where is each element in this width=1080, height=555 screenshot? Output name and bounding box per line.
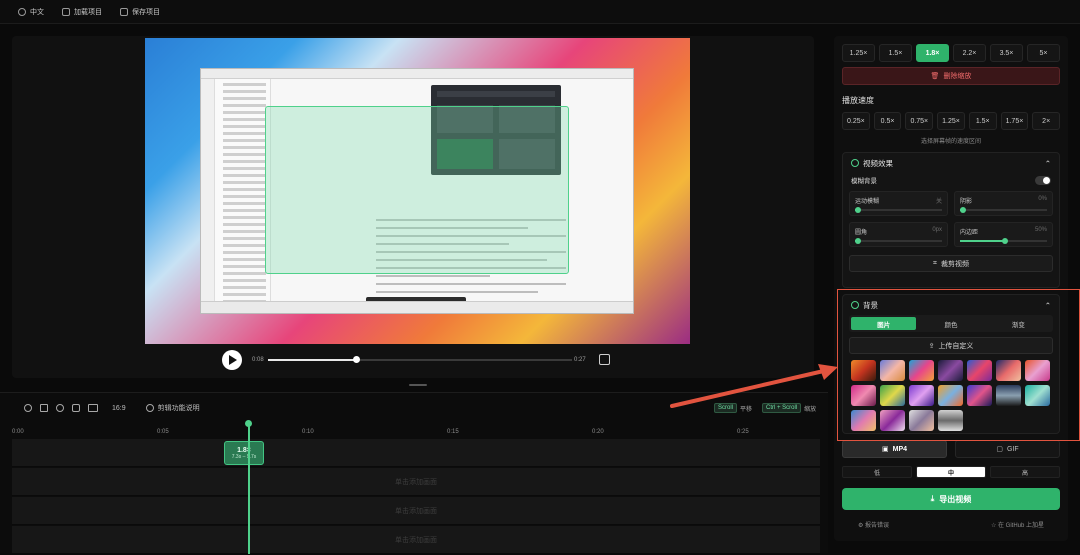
load-project-button[interactable]: 加载项目 [62,7,102,17]
quality-option[interactable]: 低 [842,466,912,478]
timeline-toolbar: 16:9 剪辑功能说明 [24,403,200,413]
rectangle-icon[interactable] [88,404,98,412]
speed-option[interactable]: 1.75× [1000,112,1029,130]
crop-icon: ⌗ [933,259,937,267]
timeline: 16:9 剪辑功能说明 Scroll 平移 Ctrl + Scroll 缩放 0:0… [0,392,828,555]
save-icon [120,7,128,16]
annotation-arrow [670,364,838,408]
crop-button[interactable]: ⌗ 裁剪视频 [849,255,1053,272]
track-list: 1.8× 7.3s – 9.7s 单击添加画面 单击添加画面 单击添加画面 [12,439,820,555]
globe-icon [18,7,26,16]
zoom-track[interactable]: 1.8× 7.3s – 9.7s [12,439,820,467]
help-label: 剪辑功能说明 [157,405,200,412]
time-ruler: 0:00 0:05 0:10 0:15 0:20 0:25 [12,429,749,435]
language-label: 中文 [30,8,44,16]
help-icon [145,404,154,412]
resize-handle[interactable] [409,384,427,386]
track-row[interactable]: 单击添加画面 [12,526,820,554]
zoom-level-option[interactable]: 1.25× [842,44,875,62]
speed-group: 0.25× 0.5× 0.75× 1.25× 1.5× 1.75× 2× [842,112,1061,130]
zoom-level-option-selected[interactable]: 1.8× [916,44,949,62]
motion-blur-slider[interactable]: 运动模糊关 [849,191,948,216]
quality-option[interactable]: 高 [990,466,1060,478]
speed-option[interactable]: 0.75× [905,112,934,130]
film-icon: ▣ [881,446,889,453]
zoom-level-option[interactable]: 3.5× [990,44,1023,62]
play-button[interactable] [222,350,242,370]
zoom-level-group: 1.25× 1.5× 1.8× 2.2× 3.5× 5× [842,44,1060,62]
panel-footer: ⚙ 报告错误 ☆ 在 GitHub 上加星 [834,520,1068,529]
trash-icon: 🗑 [930,73,940,80]
effects-header[interactable]: 视频效果 ⌃ [843,153,1059,173]
seek-bar[interactable] [268,356,572,363]
current-time: 0:08 [252,357,264,363]
export-video-button[interactable]: ⤓ 导出视频 [842,488,1060,510]
zoom-segment[interactable]: 1.8× 7.3s – 9.7s [224,441,264,465]
sparkle-icon [851,159,859,167]
load-project-label: 加载项目 [74,8,102,16]
folder-icon [62,7,70,16]
padding-slider[interactable]: 内边距 50% [954,222,1053,247]
speed-hint: 选择屏幕帧的速度区间 [920,139,981,145]
fullscreen-icon[interactable] [599,354,610,365]
seek-handle[interactable] [353,356,360,363]
playback-controls: 0:08 0:27 [222,350,614,370]
track-row[interactable]: 单击添加画面 [12,468,820,496]
image-icon: ▢ [996,446,1003,453]
save-project-label: 保存项目 [132,8,160,16]
speed-option[interactable]: 2× [1032,112,1061,130]
delete-zoom-button[interactable]: 🗑 删除缩放 [842,67,1060,85]
comment-icon[interactable] [72,404,80,412]
help-button[interactable]: 剪辑功能说明 [145,403,200,413]
chevron-up-icon: ⌃ [1044,158,1051,168]
speed-option[interactable]: 1.25× [937,112,965,130]
zoom-add-icon[interactable] [24,404,32,412]
blur-bg-toggle[interactable] [1035,175,1051,185]
speed-option[interactable]: 0.5× [873,112,902,130]
radius-slider[interactable]: 圆角 0px [849,222,948,247]
top-bar: 中文 加载项目 保存项目 [0,0,1080,24]
total-time: 0:27 [574,357,586,363]
zoom-level-option[interactable]: 5× [1027,44,1060,62]
blur-bg-row: 模糊背景 [843,173,1059,191]
video-preview[interactable] [145,38,690,344]
speed-option[interactable]: 0.25× [842,112,870,130]
aspect-ratio-select[interactable]: 16:9 [112,405,126,412]
video-effects-card: 视频效果 ⌃ 模糊背景 运动模糊关 阴影 0% 圆角 0px 内边距 50% ⌗ 裁剪视频 [842,152,1060,288]
github-star-link[interactable]: ☆ 在 GitHub 上加星 [991,520,1044,529]
format-gif-button[interactable]: ▢ GIF [955,440,1060,458]
zoom-level-option[interactable]: 1.5× [879,44,912,62]
language-button[interactable]: 中文 [18,7,44,17]
playhead[interactable] [245,420,251,554]
speed-title: 播放速度 [842,96,874,105]
report-bug-link[interactable]: ⚙ 报告错误 [858,520,889,529]
format-group: ▣ MP4 ▢ GIF [834,440,1068,458]
scissors-icon[interactable] [56,404,64,412]
speed-option[interactable]: 1.5× [968,112,997,130]
format-mp4-button[interactable]: ▣ MP4 [842,440,947,458]
quality-option-selected[interactable]: 中 [916,466,986,478]
zoom-region-overlay[interactable] [265,106,569,274]
zoom-level-option[interactable]: 2.2× [953,44,986,62]
magic-wand-icon[interactable] [40,404,48,412]
track-row[interactable]: 单击添加画面 [12,497,820,525]
quality-group: 低 中 高 [834,466,1068,478]
save-project-button[interactable]: 保存项目 [120,7,160,17]
download-icon: ⤓ [930,494,935,503]
shadow-slider[interactable]: 阴影 0% [954,191,1053,216]
highlight-box [837,289,1080,441]
